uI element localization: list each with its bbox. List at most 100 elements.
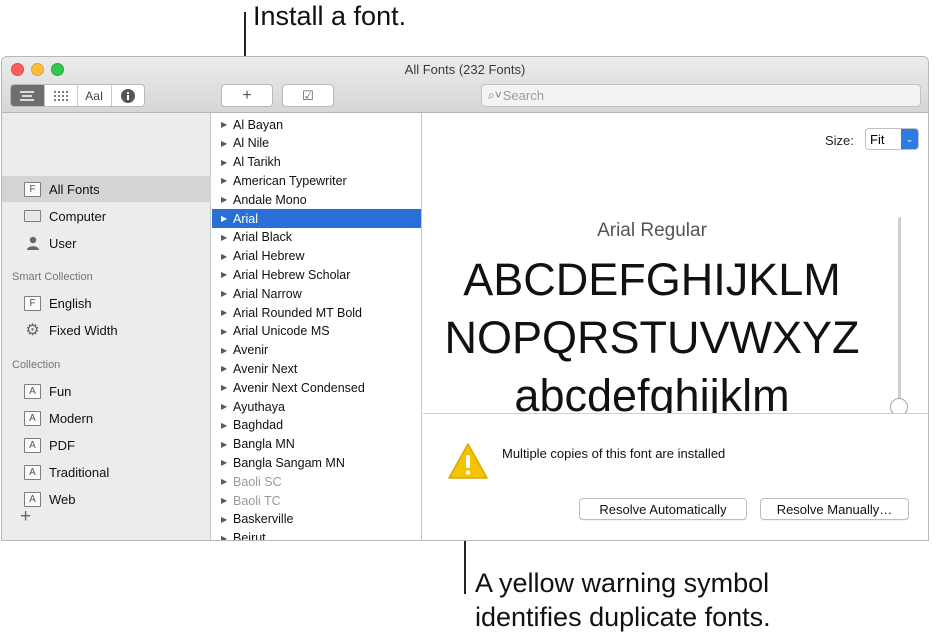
collection-icon: A [24, 464, 41, 480]
disclosure-triangle-icon[interactable]: ▶ [221, 195, 227, 204]
font-family-row[interactable]: ▶ Baskerville [212, 510, 421, 529]
sidebar-item-label: Fun [49, 383, 72, 399]
font-box-icon: F [24, 181, 41, 197]
disclosure-triangle-icon[interactable]: ▶ [221, 158, 227, 167]
disclosure-triangle-icon[interactable]: ▶ [221, 252, 227, 261]
install-callout: Install a font. [253, 1, 407, 31]
duplicate-warning-panel: Multiple copies of this font are install… [423, 413, 928, 540]
font-family-row[interactable]: ▶ Beirut [212, 529, 421, 540]
sidebar-item-fun[interactable]: A Fun [2, 378, 211, 404]
sample-view-button[interactable] [11, 85, 45, 106]
search-placeholder: Search [502, 88, 544, 103]
sidebar-item-fixed-width[interactable]: ⚙ Fixed Width [2, 317, 211, 343]
disclosure-triangle-icon[interactable]: ▶ [221, 120, 227, 129]
warning-callout-line2: identifies duplicate fonts. [475, 602, 771, 632]
sidebar-item-label: Modern [49, 410, 94, 426]
sidebar-item-label: PDF [49, 437, 75, 453]
sidebar-item-computer[interactable]: Computer [2, 203, 211, 229]
font-family-row[interactable]: ▶ Andale Mono [212, 190, 421, 209]
resolve-automatically-button[interactable]: Resolve Automatically [579, 498, 747, 520]
plus-icon: + [242, 86, 252, 104]
font-family-row[interactable]: ▶ American Typewriter [212, 171, 421, 190]
smart-collection-heading: Smart Collection [12, 271, 93, 283]
font-family-row[interactable]: ▶ Al Nile [212, 134, 421, 153]
custom-view-button[interactable]: AaI [78, 85, 112, 106]
sidebar-item-english[interactable]: F English [2, 290, 211, 316]
validate-font-button[interactable]: ☑ [282, 84, 334, 107]
disclosure-triangle-icon[interactable]: ▶ [221, 496, 227, 505]
collection-icon: A [24, 410, 41, 426]
disclosure-triangle-icon[interactable]: ▶ [221, 176, 227, 185]
search-input[interactable]: ⌕˅ Search [481, 84, 921, 107]
font-family-row[interactable]: ▶ Baoli TC [212, 491, 421, 510]
sidebar-item-traditional[interactable]: A Traditional [2, 459, 211, 485]
font-family-name: Arial Hebrew [233, 249, 305, 264]
checkbox-icon: ☑ [302, 87, 314, 103]
sample-list-icon [20, 90, 35, 101]
font-family-row[interactable]: ▶ Al Bayan [212, 115, 421, 134]
resolve-manually-button[interactable]: Resolve Manually… [760, 498, 909, 520]
font-family-name: Al Tarikh [233, 155, 281, 170]
font-family-row[interactable]: ▶ Ayuthaya [212, 397, 421, 416]
size-value: Fit [870, 131, 885, 147]
sidebar-item-label: Traditional [49, 464, 110, 480]
warning-message: Multiple copies of this font are install… [502, 446, 726, 461]
disclosure-triangle-icon[interactable]: ▶ [221, 327, 227, 336]
font-book-window: All Fonts (232 Fonts) AaI + ☑ ⌕˅ Search [1, 56, 929, 541]
disclosure-triangle-icon[interactable]: ▶ [221, 421, 227, 430]
sidebar-item-label: All Fonts [49, 181, 100, 197]
window-title: All Fonts (232 Fonts) [404, 62, 526, 77]
info-view-button[interactable] [112, 85, 145, 106]
disclosure-triangle-icon[interactable]: ▶ [221, 477, 227, 486]
disclosure-triangle-icon[interactable]: ▶ [221, 270, 227, 279]
disclosure-triangle-icon[interactable]: ▶ [221, 289, 227, 298]
font-family-name: Arial Hebrew Scholar [233, 267, 351, 282]
disclosure-triangle-icon[interactable]: ▶ [221, 458, 227, 467]
font-family-name: Al Bayan [233, 117, 284, 132]
sidebar-item-all-fonts[interactable]: F All Fonts [2, 176, 211, 202]
disclosure-triangle-icon[interactable]: ▶ [221, 346, 227, 355]
font-family-row[interactable]: ▶ Bangla Sangam MN [212, 453, 421, 472]
font-family-name: Arial Black [233, 230, 293, 245]
font-family-row[interactable]: ▶ Arial Rounded MT Bold [212, 303, 421, 322]
font-family-row[interactable]: ▶ Baoli SC [212, 472, 421, 491]
font-family-row[interactable]: ▶ Arial Narrow [212, 284, 421, 303]
disclosure-triangle-icon[interactable]: ▶ [221, 214, 227, 223]
disclosure-triangle-icon[interactable]: ▶ [221, 139, 227, 148]
font-family-row[interactable]: ▶ Arial Hebrew [212, 247, 421, 266]
sidebar-item-label: Web [49, 491, 76, 507]
disclosure-triangle-icon[interactable]: ▶ [221, 515, 227, 524]
size-select[interactable]: Fit ⌄ [865, 128, 919, 150]
font-family-name: Avenir Next Condensed [233, 380, 365, 395]
font-family-row[interactable]: ▶ Avenir Next [212, 359, 421, 378]
preview-font-name: Arial Regular [597, 220, 707, 241]
font-family-row[interactable]: ▶ Avenir Next Condensed [212, 378, 421, 397]
add-font-button[interactable]: + [221, 84, 273, 107]
disclosure-triangle-icon[interactable]: ▶ [221, 233, 227, 242]
search-icon: ⌕˅ [488, 88, 502, 102]
font-family-row[interactable]: ▶ Al Tarikh [212, 153, 421, 172]
sidebar-item-pdf[interactable]: A PDF [2, 432, 211, 458]
disclosure-triangle-icon[interactable]: ▶ [221, 364, 227, 373]
font-family-row[interactable]: ▶ Arial Black [212, 228, 421, 247]
collection-icon: A [24, 491, 41, 507]
font-family-row[interactable]: ▶ Bangla MN [212, 435, 421, 454]
add-collection-button[interactable]: + [20, 506, 31, 528]
disclosure-triangle-icon[interactable]: ▶ [221, 402, 227, 411]
font-family-name: Ayuthaya [233, 399, 285, 414]
grid-view-button[interactable] [45, 85, 78, 106]
font-family-row[interactable]: ▶ Baghdad [212, 416, 421, 435]
disclosure-triangle-icon[interactable]: ▶ [221, 440, 227, 449]
font-family-row[interactable]: ▶ Avenir [212, 341, 421, 360]
sidebar-item-user[interactable]: User [2, 230, 211, 256]
sample-line: NOPQRSTUVWXYZ [444, 312, 860, 363]
font-family-row[interactable]: ▶ Arial Hebrew Scholar [212, 265, 421, 284]
font-family-row[interactable]: ▶ Arial Unicode MS [212, 322, 421, 341]
sidebar-item-modern[interactable]: A Modern [2, 405, 211, 431]
disclosure-triangle-icon[interactable]: ▶ [221, 308, 227, 317]
sidebar-item-web[interactable]: A Web [2, 486, 211, 512]
disclosure-triangle-icon[interactable]: ▶ [221, 383, 227, 392]
font-family-row[interactable]: ▶ Arial [212, 209, 421, 228]
view-mode-control: AaI [10, 84, 145, 107]
disclosure-triangle-icon[interactable]: ▶ [221, 534, 227, 540]
